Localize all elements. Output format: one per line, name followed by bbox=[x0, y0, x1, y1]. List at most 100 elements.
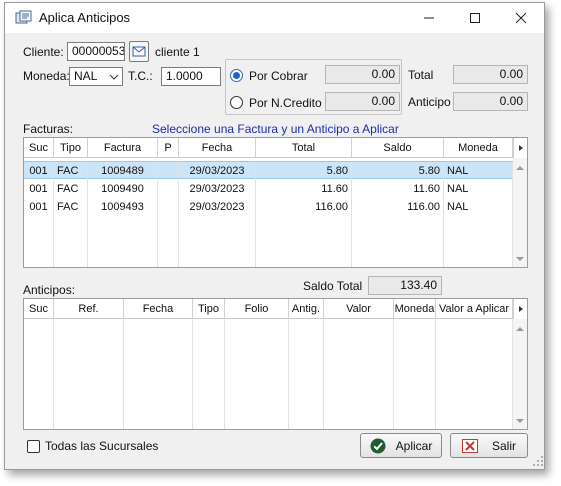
cell-factura: 1009489 bbox=[88, 162, 158, 180]
facturas-grid: Suc Tipo Factura P Fecha Total Saldo Mon… bbox=[23, 137, 528, 268]
cell-empty bbox=[352, 216, 444, 234]
tc-field[interactable]: 1.0000 bbox=[161, 67, 221, 86]
table-row-empty bbox=[24, 252, 513, 267]
cliente-code-field[interactable]: 00000053 bbox=[67, 42, 125, 61]
col-moneda[interactable]: Moneda bbox=[444, 138, 513, 158]
table-row[interactable]: 001 FAC 1009489 29/03/2023 5.80 5.80 NAL bbox=[24, 161, 513, 180]
cell-empty bbox=[88, 234, 158, 252]
cell-empty bbox=[24, 216, 54, 234]
facturas-vscrollbar[interactable] bbox=[513, 158, 527, 267]
cliente-lookup-button[interactable] bbox=[129, 41, 149, 62]
col-antig[interactable]: Antig. bbox=[289, 299, 324, 319]
anticipos-vscrollbar[interactable] bbox=[513, 319, 527, 429]
cell-moneda: NAL bbox=[444, 198, 513, 216]
cell-moneda: NAL bbox=[444, 180, 513, 198]
salir-button[interactable]: Salir bbox=[450, 433, 528, 458]
total-label: Total bbox=[408, 68, 434, 82]
cell-empty bbox=[289, 319, 324, 429]
scroll-arrow-icon bbox=[518, 306, 523, 312]
cell-moneda: NAL bbox=[444, 162, 513, 180]
table-row-empty bbox=[24, 216, 513, 234]
cell-empty bbox=[444, 216, 513, 234]
cell-fecha: 29/03/2023 bbox=[179, 162, 256, 180]
cell-empty bbox=[179, 234, 256, 252]
cell-suc: 001 bbox=[24, 198, 54, 216]
anticipo-label: Anticipo bbox=[408, 95, 451, 109]
table-row[interactable]: 001 FAC 1009493 29/03/2023 116.00 116.00… bbox=[24, 198, 513, 216]
col-saldo[interactable]: Saldo bbox=[352, 138, 444, 158]
moneda-select[interactable]: NAL bbox=[69, 67, 123, 86]
cell-empty bbox=[436, 319, 513, 429]
cell-empty bbox=[24, 319, 54, 429]
cell-empty bbox=[324, 319, 394, 429]
cell-empty bbox=[54, 252, 88, 267]
total-value: 0.00 bbox=[453, 65, 528, 84]
col-total[interactable]: Total bbox=[256, 138, 352, 158]
col-fecha[interactable]: Fecha bbox=[124, 299, 193, 319]
col-tipo[interactable]: Tipo bbox=[193, 299, 225, 319]
cell-saldo: 5.80 bbox=[352, 162, 444, 180]
cell-empty bbox=[352, 252, 444, 267]
por-cobrar-radio[interactable] bbox=[230, 69, 243, 82]
col-p[interactable]: P bbox=[158, 138, 179, 158]
anticipos-columns-scroll-button[interactable] bbox=[513, 299, 527, 319]
cliente-name: cliente 1 bbox=[155, 45, 200, 59]
col-valor-a-aplicar[interactable]: Valor a Aplicar bbox=[436, 299, 513, 319]
cell-factura: 1009493 bbox=[88, 198, 158, 216]
col-tipo[interactable]: Tipo bbox=[54, 138, 88, 158]
cell-empty bbox=[225, 319, 289, 429]
app-icon bbox=[15, 10, 32, 24]
cell-empty bbox=[24, 234, 54, 252]
cell-empty bbox=[444, 252, 513, 267]
cell-empty bbox=[193, 319, 225, 429]
cell-p bbox=[158, 180, 179, 198]
por-ncredito-radio[interactable] bbox=[230, 96, 243, 109]
scroll-down-icon bbox=[516, 419, 524, 423]
cell-empty bbox=[54, 216, 88, 234]
col-suc[interactable]: Suc bbox=[24, 299, 54, 319]
cell-fecha: 29/03/2023 bbox=[179, 198, 256, 216]
cell-empty bbox=[444, 234, 513, 252]
minimize-button[interactable] bbox=[406, 3, 452, 33]
checkmark-icon bbox=[370, 438, 386, 453]
cell-empty bbox=[352, 234, 444, 252]
aplica-anticipos-window: Aplica Anticipos Cliente: 00000053 clien… bbox=[4, 2, 545, 470]
close-button[interactable] bbox=[498, 3, 544, 33]
col-fecha[interactable]: Fecha bbox=[179, 138, 256, 158]
window-title: Aplica Anticipos bbox=[39, 10, 131, 25]
cell-tipo: FAC bbox=[54, 180, 88, 198]
cliente-label: Cliente: bbox=[23, 45, 64, 59]
cell-empty bbox=[256, 234, 352, 252]
por-ncredito-value: 0.00 bbox=[325, 92, 400, 111]
table-row-empty bbox=[24, 234, 513, 252]
facturas-columns-scroll-button[interactable] bbox=[513, 138, 527, 158]
cell-empty bbox=[158, 252, 179, 267]
cell-suc: 001 bbox=[24, 180, 54, 198]
cell-saldo: 11.60 bbox=[352, 180, 444, 198]
saldo-total-label: Saldo Total bbox=[303, 279, 363, 293]
cell-total: 116.00 bbox=[256, 198, 352, 216]
col-factura[interactable]: Factura bbox=[88, 138, 158, 158]
anticipos-grid: Suc Ref. Fecha Tipo Folio Antig. Valor M… bbox=[23, 298, 528, 430]
col-moneda[interactable]: Moneda bbox=[394, 299, 436, 319]
todas-sucursales-checkbox[interactable] bbox=[27, 440, 40, 453]
anticipos-title: Anticipos: bbox=[23, 283, 76, 297]
saldo-total-value: 133.40 bbox=[368, 276, 442, 295]
todas-sucursales-label: Todas las Sucursales bbox=[45, 439, 159, 453]
title-bar: Aplica Anticipos bbox=[5, 3, 544, 33]
cell-total: 5.80 bbox=[256, 162, 352, 180]
por-cobrar-value: 0.00 bbox=[325, 65, 400, 84]
col-ref[interactable]: Ref. bbox=[54, 299, 124, 319]
col-folio[interactable]: Folio bbox=[225, 299, 289, 319]
col-valor[interactable]: Valor bbox=[324, 299, 394, 319]
facturas-grid-header: Suc Tipo Factura P Fecha Total Saldo Mon… bbox=[24, 138, 513, 158]
cell-p bbox=[158, 162, 179, 180]
cell-tipo: FAC bbox=[54, 162, 88, 180]
maximize-button[interactable] bbox=[452, 3, 498, 33]
cell-empty bbox=[88, 252, 158, 267]
col-suc[interactable]: Suc bbox=[24, 138, 54, 158]
aplicar-button[interactable]: Aplicar bbox=[360, 433, 442, 458]
resize-grip-icon[interactable] bbox=[532, 455, 544, 467]
table-row[interactable]: 001 FAC 1009490 29/03/2023 11.60 11.60 N… bbox=[24, 180, 513, 198]
cell-empty bbox=[158, 216, 179, 234]
